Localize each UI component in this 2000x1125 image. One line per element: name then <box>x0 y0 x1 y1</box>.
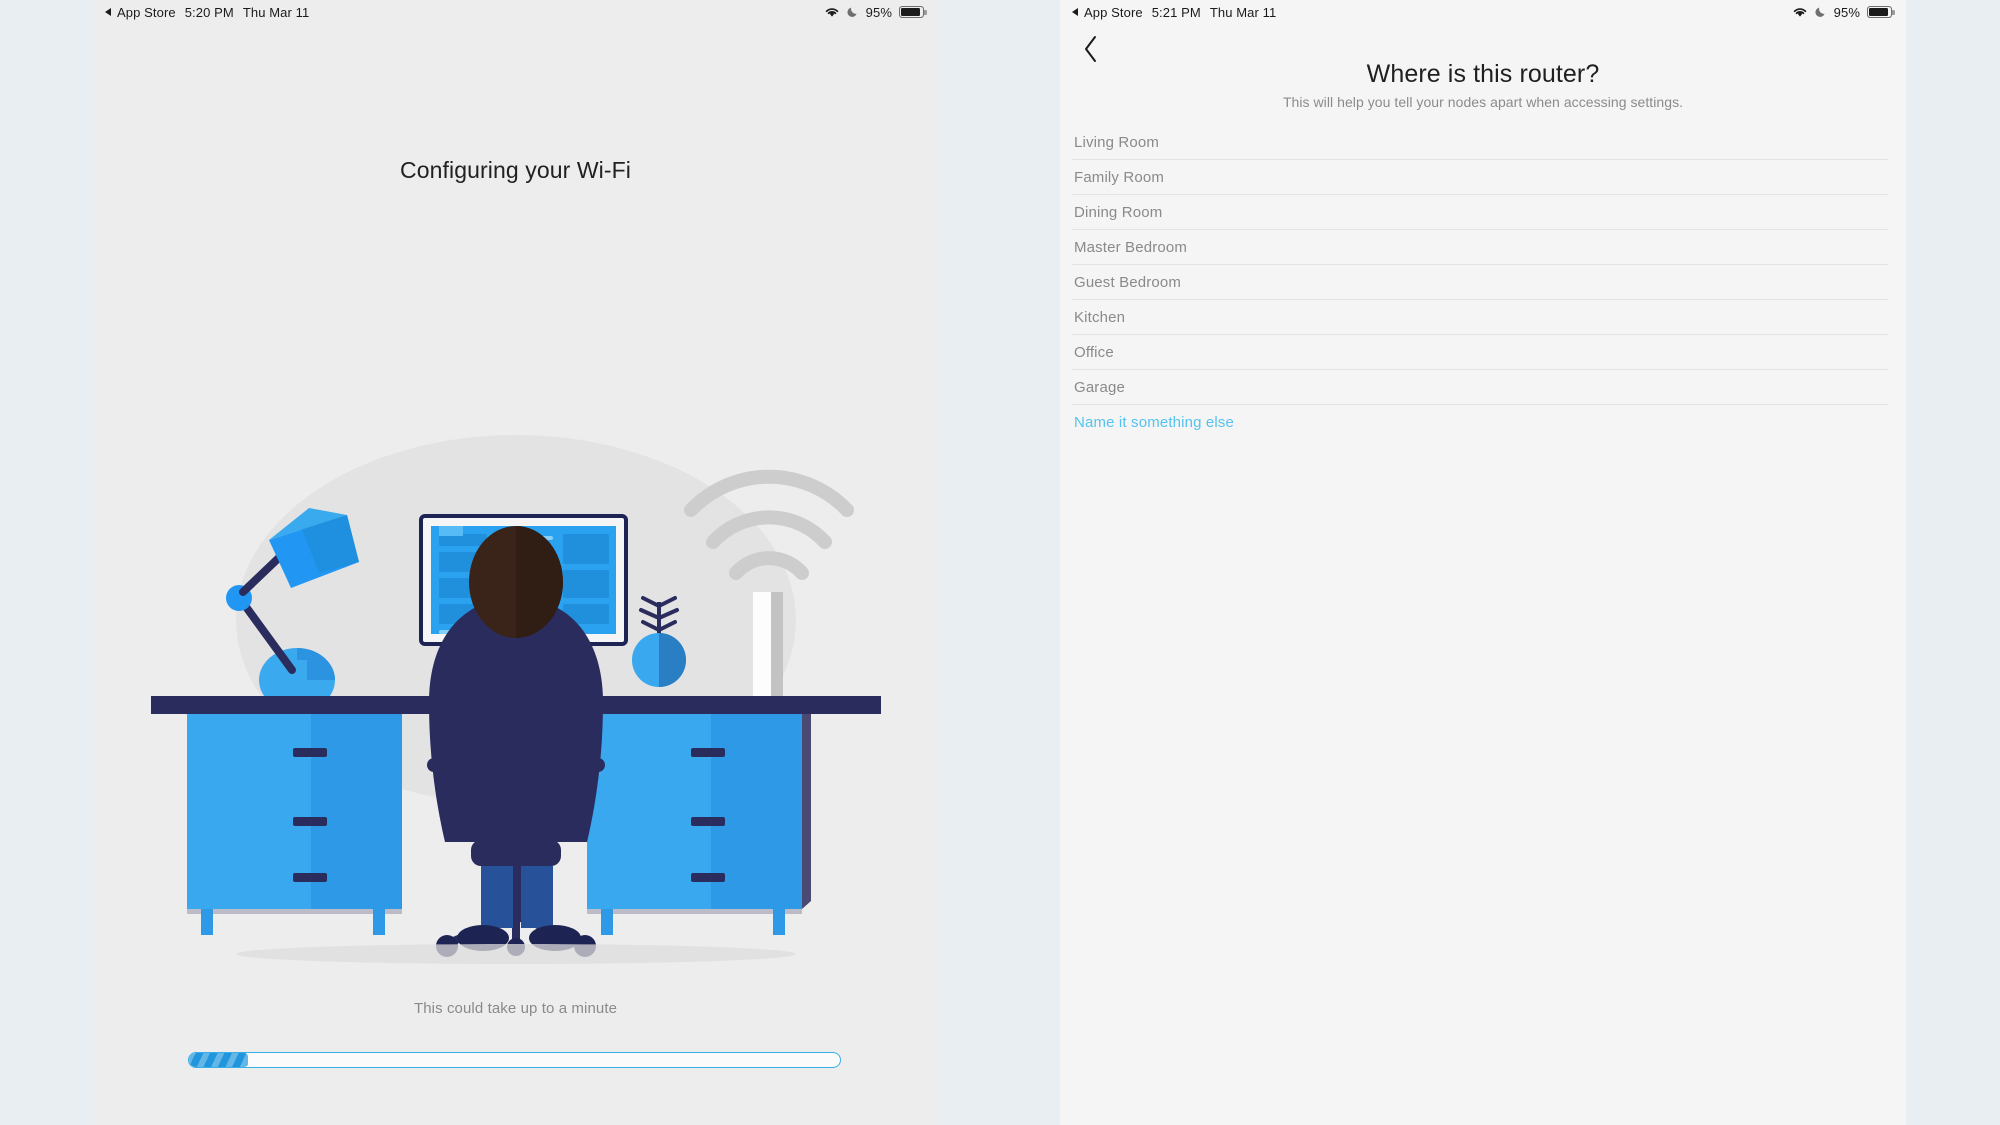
room-option-living-room[interactable]: Living Room <box>1072 125 1888 160</box>
room-option-label: Kitchen <box>1074 308 1126 326</box>
name-it-something-else-link[interactable]: Name it something else <box>1072 405 1888 439</box>
status-back-app-label[interactable]: App Store <box>117 5 176 20</box>
battery-icon <box>899 6 927 18</box>
status-date: Thu Mar 11 <box>1209 4 1277 20</box>
room-option-label: Dining Room <box>1074 203 1163 221</box>
moon-icon <box>847 7 857 17</box>
configuring-title: Configuring your Wi-Fi <box>400 157 631 183</box>
room-option-label: Garage <box>1074 378 1125 396</box>
right-status-bar-right-group: 95% <box>1792 4 1895 20</box>
battery-percent-label: 95% <box>865 4 892 20</box>
room-option-label: Master Bedroom <box>1074 238 1187 256</box>
battery-fill <box>901 8 921 16</box>
room-option-label: Office <box>1074 343 1114 361</box>
battery-percent-label: 95% <box>1833 4 1860 20</box>
screen-root: App Store 5:20 PM Thu Mar 11 95% Configu… <box>0 0 2000 1125</box>
room-option-label: Living Room <box>1074 133 1160 151</box>
potted-plant <box>632 596 686 687</box>
room-list: Living Room Family Room Dining Room Mast… <box>1072 125 1888 439</box>
left-status-bar-left-group: App Store 5:20 PM Thu Mar 11 <box>105 5 309 20</box>
room-option-family-room[interactable]: Family Room <box>1072 160 1888 195</box>
back-triangle-icon[interactable] <box>1072 8 1078 16</box>
page-title: Where is this router? <box>1366 60 1600 88</box>
left-status-bar-right-group: 95% <box>824 4 927 20</box>
status-back-app-label[interactable]: App Store <box>1084 5 1143 20</box>
room-option-kitchen[interactable]: Kitchen <box>1072 300 1888 335</box>
progress-bar-fill <box>189 1053 248 1067</box>
right-status-bar: App Store 5:21 PM Thu Mar 11 95% <box>1060 0 1906 24</box>
wifi-icon <box>825 8 838 17</box>
right-status-bar-left-group: App Store 5:21 PM Thu Mar 11 <box>1072 5 1276 20</box>
moon-icon <box>1815 7 1825 17</box>
progress-bar <box>188 1052 841 1068</box>
room-option-guest-bedroom[interactable]: Guest Bedroom <box>1072 265 1888 300</box>
person-at-desk-with-router-illustration <box>151 330 881 980</box>
router <box>753 592 783 704</box>
status-time: 5:20 PM <box>184 4 234 20</box>
battery-icon <box>1867 6 1895 18</box>
status-time: 5:21 PM <box>1151 4 1201 20</box>
configuring-subtext: This could take up to a minute <box>413 1000 618 1017</box>
status-date: Thu Mar 11 <box>242 4 310 20</box>
battery-fill <box>1869 8 1889 16</box>
custom-name-label: Name it something else <box>1074 413 1235 431</box>
room-option-garage[interactable]: Garage <box>1072 370 1888 405</box>
room-option-office[interactable]: Office <box>1072 335 1888 370</box>
wifi-icon <box>1793 8 1806 17</box>
room-option-label: Guest Bedroom <box>1074 273 1182 291</box>
room-option-dining-room[interactable]: Dining Room <box>1072 195 1888 230</box>
right-app-pane: App Store 5:21 PM Thu Mar 11 95% Where i… <box>1060 0 1906 1125</box>
back-triangle-icon[interactable] <box>105 8 111 16</box>
room-option-label: Family Room <box>1074 168 1164 186</box>
left-app-pane: App Store 5:20 PM Thu Mar 11 95% Configu… <box>93 0 938 1125</box>
page-subtitle: This will help you tell your nodes apart… <box>1282 94 1684 110</box>
room-option-master-bedroom[interactable]: Master Bedroom <box>1072 230 1888 265</box>
left-status-bar: App Store 5:20 PM Thu Mar 11 95% <box>93 0 938 24</box>
